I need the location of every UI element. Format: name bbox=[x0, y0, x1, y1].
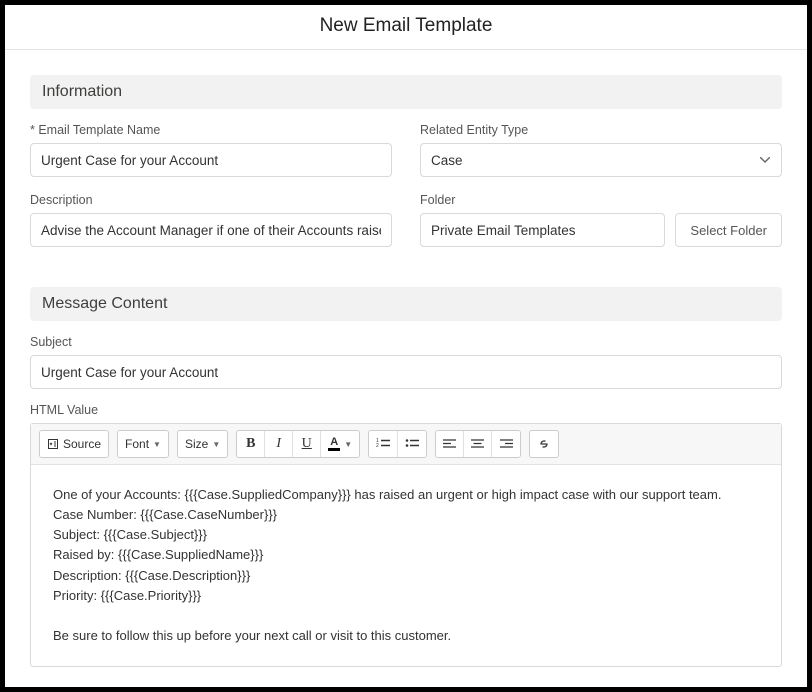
numbered-list-icon: 12 bbox=[376, 438, 390, 450]
label-html-value: HTML Value bbox=[30, 403, 782, 417]
field-description: Description bbox=[30, 193, 392, 247]
field-template-name: * Email Template Name bbox=[30, 123, 392, 177]
font-label: Font bbox=[125, 437, 149, 451]
link-icon bbox=[537, 438, 551, 450]
align-center-icon bbox=[471, 439, 484, 450]
input-folder[interactable] bbox=[420, 213, 665, 247]
italic-button[interactable]: I bbox=[265, 431, 293, 457]
page-title: New Email Template bbox=[5, 5, 807, 50]
label-entity-type: Related Entity Type bbox=[420, 123, 782, 137]
text-color-button[interactable]: A ▼ bbox=[321, 431, 359, 457]
body-line: Case Number: {{{Case.CaseNumber}}} bbox=[53, 505, 759, 525]
label-description: Description bbox=[30, 193, 392, 207]
align-left-button[interactable] bbox=[436, 431, 464, 457]
align-center-button[interactable] bbox=[464, 431, 492, 457]
editor-toolbar: Source Font ▼ Size ▼ B bbox=[31, 424, 781, 465]
body-line: One of your Accounts: {{{Case.SuppliedCo… bbox=[53, 485, 759, 505]
link-button[interactable] bbox=[530, 431, 558, 457]
row-desc-folder: Description Folder Select Folder bbox=[30, 193, 782, 247]
body-line: Description: {{{Case.Description}}} bbox=[53, 566, 759, 586]
field-entity-type: Related Entity Type bbox=[420, 123, 782, 177]
input-description[interactable] bbox=[30, 213, 392, 247]
caret-down-icon: ▼ bbox=[344, 440, 352, 449]
color-swatch-icon bbox=[328, 448, 340, 451]
html-editor: Source Font ▼ Size ▼ B bbox=[30, 423, 782, 667]
body-line: Be sure to follow this up before your ne… bbox=[53, 626, 759, 646]
bold-button[interactable]: B bbox=[237, 431, 265, 457]
source-icon bbox=[47, 438, 59, 450]
section-message-content: Message Content bbox=[30, 287, 782, 321]
align-right-button[interactable] bbox=[492, 431, 520, 457]
size-label: Size bbox=[185, 437, 208, 451]
label-subject: Subject bbox=[30, 335, 782, 349]
align-right-icon bbox=[500, 439, 513, 450]
source-label: Source bbox=[63, 437, 101, 451]
label-template-name: * Email Template Name bbox=[30, 123, 392, 137]
bullet-list-button[interactable] bbox=[398, 431, 426, 457]
editor-content-area[interactable]: One of your Accounts: {{{Case.SuppliedCo… bbox=[31, 465, 781, 666]
size-dropdown[interactable]: Size ▼ bbox=[178, 431, 227, 457]
bullet-list-icon bbox=[405, 438, 419, 450]
body-line: Raised by: {{{Case.SuppliedName}}} bbox=[53, 545, 759, 565]
underline-button[interactable]: U bbox=[293, 431, 321, 457]
body-line: Subject: {{{Case.Subject}}} bbox=[53, 525, 759, 545]
section-information: Information bbox=[30, 75, 782, 109]
row-name-entity: * Email Template Name Related Entity Typ… bbox=[30, 123, 782, 177]
caret-down-icon: ▼ bbox=[153, 440, 161, 449]
body-line: Priority: {{{Case.Priority}}} bbox=[53, 586, 759, 606]
field-folder: Folder Select Folder bbox=[420, 193, 782, 247]
form-body: Information * Email Template Name Relate… bbox=[5, 50, 807, 687]
label-folder: Folder bbox=[420, 193, 782, 207]
field-subject: Subject bbox=[30, 335, 782, 389]
input-template-name[interactable] bbox=[30, 143, 392, 177]
numbered-list-button[interactable]: 12 bbox=[369, 431, 398, 457]
align-left-icon bbox=[443, 439, 456, 450]
font-dropdown[interactable]: Font ▼ bbox=[118, 431, 168, 457]
select-entity-type[interactable] bbox=[420, 143, 782, 177]
source-button[interactable]: Source bbox=[40, 431, 108, 457]
caret-down-icon: ▼ bbox=[212, 440, 220, 449]
new-email-template-window: New Email Template Information * Email T… bbox=[5, 5, 807, 687]
select-folder-button[interactable]: Select Folder bbox=[675, 213, 782, 247]
svg-text:2: 2 bbox=[376, 443, 379, 449]
select-entity-type-value[interactable] bbox=[420, 143, 782, 177]
input-subject[interactable] bbox=[30, 355, 782, 389]
text-color-label: A bbox=[330, 437, 338, 448]
